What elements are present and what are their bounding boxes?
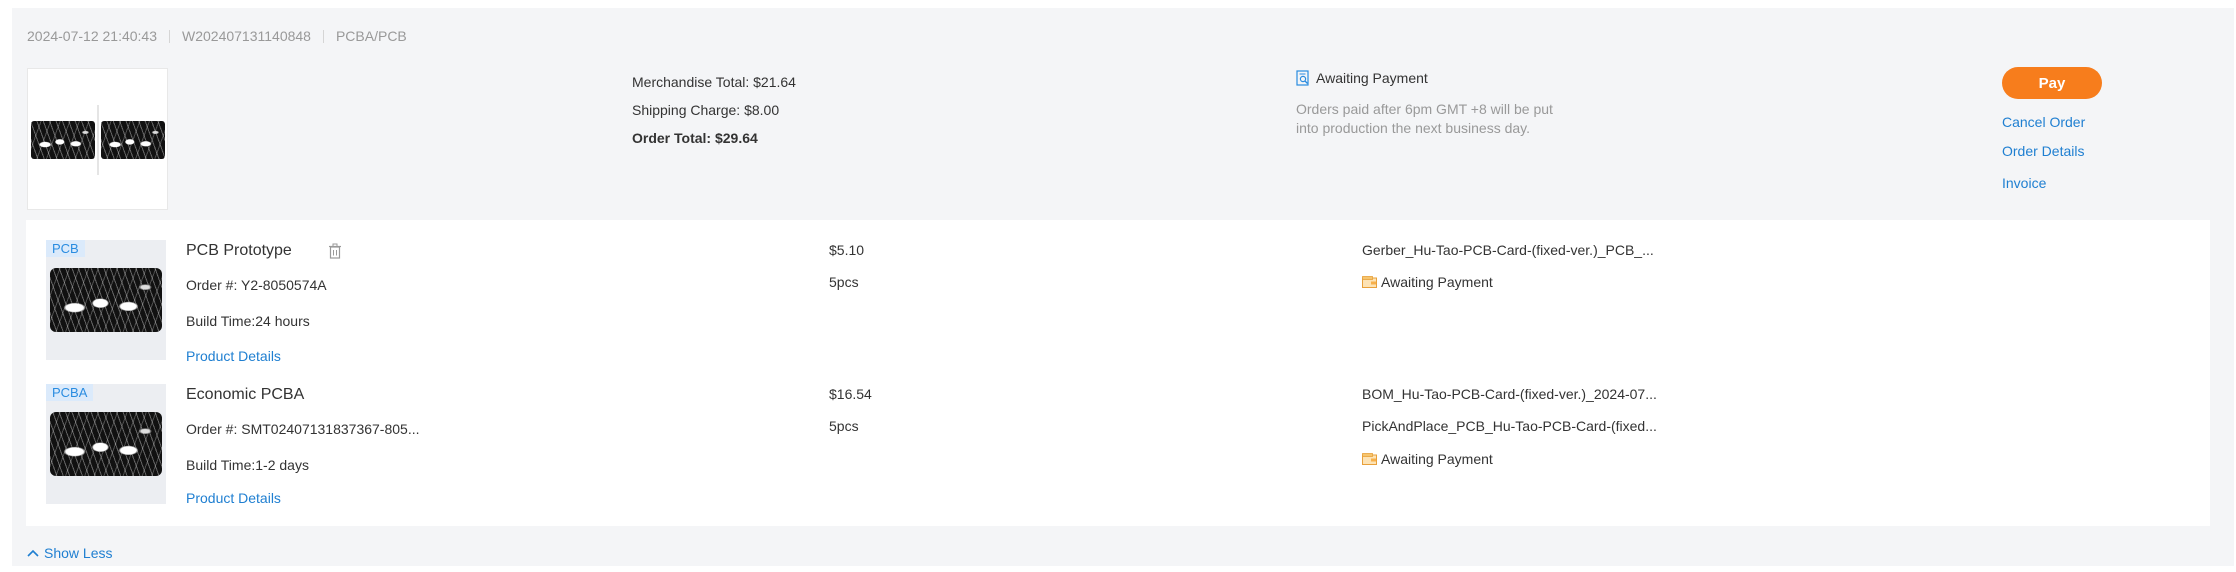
- item-file-name[interactable]: PickAndPlace_PCB_Hu-Tao-PCB-Card-(fixed.…: [1362, 418, 1662, 434]
- trash-icon[interactable]: [328, 243, 342, 259]
- meta-divider: [322, 30, 324, 43]
- pcb-thumbnail-image: [31, 121, 95, 159]
- item-name: Economic PCBA: [186, 386, 305, 403]
- item-thumbnail[interactable]: PCBA: [46, 384, 166, 504]
- order-datetime: 2024-07-12 21:40:43: [27, 28, 157, 44]
- thumbnail-divider: [97, 105, 99, 175]
- order-totals: Merchandise Total: $21.64 Shipping Charg…: [632, 68, 796, 152]
- item-status: Awaiting Payment: [1362, 274, 1493, 290]
- item-build-time: Build Time:24 hours: [186, 313, 310, 329]
- shipping-charge: Shipping Charge: $8.00: [632, 102, 780, 118]
- item-status-label: Awaiting Payment: [1381, 451, 1493, 467]
- item-price: $5.10: [829, 242, 865, 258]
- status-label: Awaiting Payment: [1316, 70, 1428, 86]
- item-type-tag: PCB: [46, 240, 85, 257]
- item-thumbnail[interactable]: PCB: [46, 240, 166, 360]
- item-price: $16.54: [829, 386, 872, 402]
- invoice-link[interactable]: Invoice: [2002, 175, 2046, 191]
- order-status: Awaiting Payment Orders paid after 6pm G…: [1296, 70, 1626, 138]
- pay-button[interactable]: Pay: [2002, 67, 2102, 99]
- order-total: Order Total: $29.64: [632, 130, 758, 146]
- order-details-link[interactable]: Order Details: [2002, 143, 2084, 159]
- item-build-time: Build Time:1-2 days: [186, 457, 309, 473]
- item-quantity: 5pcs: [829, 418, 859, 434]
- status-note-line: into production the next business day.: [1296, 120, 1531, 136]
- status-note-line: Orders paid after 6pm GMT +8 will be put: [1296, 101, 1553, 117]
- order-items-panel: PCB PCB Prototype Order #: Y2-8050574A B…: [26, 220, 2210, 526]
- item-order-number: Order #: SMT02407131837367-805...: [186, 421, 420, 437]
- wallet-icon: [1362, 453, 1377, 465]
- item-status-label: Awaiting Payment: [1381, 274, 1493, 290]
- meta-divider: [169, 30, 170, 43]
- item-status: Awaiting Payment: [1362, 451, 1493, 467]
- item-file-name[interactable]: Gerber_Hu-Tao-PCB-Card-(fixed-ver.)_PCB_…: [1362, 242, 1662, 258]
- item-type-tag: PCBA: [46, 384, 94, 401]
- item-quantity: 5pcs: [829, 274, 859, 290]
- product-details-link[interactable]: Product Details: [186, 490, 281, 506]
- pcba-board-image: [50, 412, 162, 476]
- show-less-toggle[interactable]: Show Less: [27, 545, 112, 561]
- item-file-name[interactable]: BOM_Hu-Tao-PCB-Card-(fixed-ver.)_2024-07…: [1362, 386, 1662, 402]
- order-meta: 2024-07-12 21:40:43 W202407131140848 PCBA/…: [27, 28, 407, 44]
- wallet-icon: [1362, 276, 1377, 288]
- chevron-up-icon: [27, 549, 39, 557]
- status-note: Orders paid after 6pm GMT +8 will be put…: [1296, 100, 1626, 138]
- order-category: PCBA/PCB: [335, 28, 407, 44]
- status-row: Awaiting Payment: [1296, 70, 1626, 86]
- pcb-board-image: [50, 268, 162, 332]
- pcba-thumbnail-image: [101, 121, 165, 159]
- item-order-number: Order #: Y2-8050574A: [186, 277, 327, 293]
- order-number[interactable]: W202407131140848: [182, 28, 311, 44]
- order-card: 2024-07-12 21:40:43 W202407131140848 PCBA/…: [12, 8, 2234, 566]
- order-thumbnail[interactable]: [27, 68, 168, 210]
- search-document-icon: [1296, 70, 1309, 86]
- cancel-order-link[interactable]: Cancel Order: [2002, 114, 2085, 130]
- merchandise-total: Merchandise Total: $21.64: [632, 74, 796, 90]
- show-less-label: Show Less: [44, 545, 113, 561]
- item-name: PCB Prototype: [186, 242, 292, 259]
- product-details-link[interactable]: Product Details: [186, 348, 281, 364]
